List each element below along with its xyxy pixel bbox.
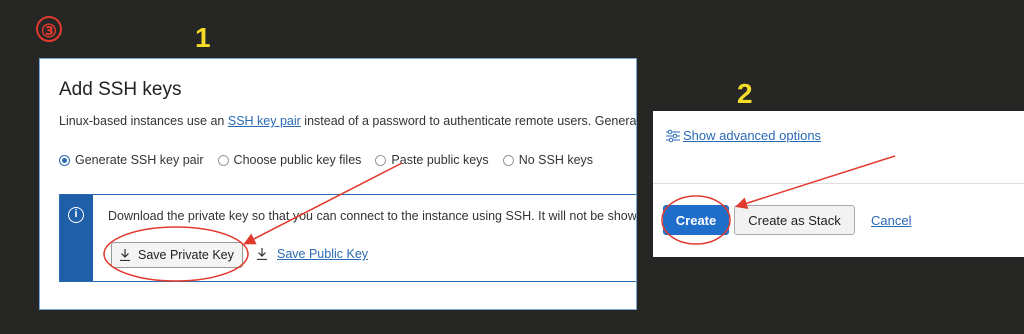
ssh-description: Linux-based instances use an SSH key pai… xyxy=(59,114,637,128)
radio-label: No SSH keys xyxy=(518,153,594,167)
section-title: Add SSH keys xyxy=(59,79,182,100)
save-private-key-label: Save Private Key xyxy=(138,248,234,262)
radio-button[interactable] xyxy=(502,154,514,166)
radio-button[interactable] xyxy=(59,154,70,166)
ssh-key-pair-link[interactable]: SSH key pair xyxy=(228,114,301,128)
step-2-label: 2 xyxy=(737,78,753,109)
ssh-keys-panel: Add SSH keys Linux-based instances use a… xyxy=(39,58,637,310)
radio-choose-public-key-files[interactable]: Choose public key files xyxy=(217,153,362,167)
save-private-key-button[interactable]: Save Private Key xyxy=(111,242,243,268)
radio-label: Choose public key files xyxy=(233,153,362,167)
step-1-label: 1 xyxy=(195,22,211,53)
info-message: Download the private key so that you can… xyxy=(108,209,637,223)
create-button[interactable]: Create xyxy=(663,205,729,235)
step-3-marker: ③ xyxy=(36,16,62,42)
radio-label: Paste public keys xyxy=(391,153,489,167)
description-suffix: instead of a password to authenticate re… xyxy=(300,114,637,128)
divider xyxy=(653,183,1024,184)
cancel-link[interactable]: Cancel xyxy=(871,213,911,228)
radio-button[interactable] xyxy=(375,154,387,166)
create-as-stack-button[interactable]: Create as Stack xyxy=(734,205,855,235)
radio-no-ssh-keys[interactable]: No SSH keys xyxy=(502,153,594,167)
show-advanced-options-link[interactable]: Show advanced options xyxy=(665,128,821,143)
download-icon xyxy=(257,248,267,260)
radio-paste-public-keys[interactable]: Paste public keys xyxy=(375,153,489,167)
info-icon: i xyxy=(68,207,84,223)
advanced-options-label: Show advanced options xyxy=(683,128,822,143)
download-key-notice: i Download the private key so that you c… xyxy=(59,194,637,282)
sliders-icon xyxy=(666,129,680,142)
create-actions-panel: Show advanced options Create Create as S… xyxy=(653,111,1024,257)
save-public-key-label: Save Public Key xyxy=(277,247,369,261)
description-prefix: Linux-based instances use an xyxy=(59,114,228,128)
radio-label: Generate SSH key pair xyxy=(75,153,204,167)
radio-button[interactable] xyxy=(217,154,229,166)
download-icon xyxy=(120,249,130,261)
info-strip: i xyxy=(60,195,93,281)
ssh-key-options: Generate SSH key pair Choose public key … xyxy=(59,153,607,167)
save-public-key-link[interactable]: Save Public Key xyxy=(257,247,368,261)
radio-generate-key-pair[interactable]: Generate SSH key pair xyxy=(59,153,204,167)
